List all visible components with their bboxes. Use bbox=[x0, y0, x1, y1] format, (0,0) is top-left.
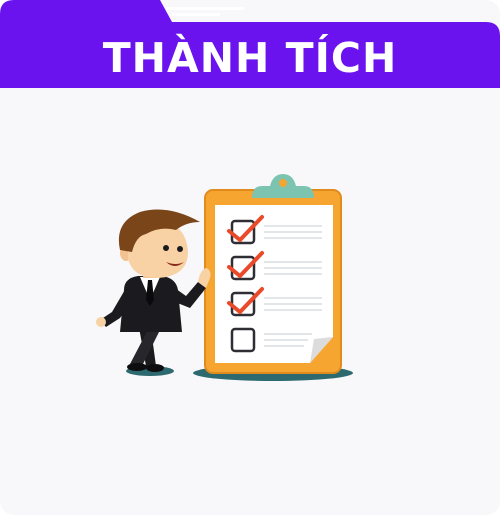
man-shoe bbox=[127, 363, 147, 371]
clip-hole bbox=[279, 179, 287, 187]
man-hand-left bbox=[96, 317, 106, 327]
businessman-checklist-illustration bbox=[96, 174, 353, 381]
businessman-figure bbox=[96, 209, 211, 372]
achievement-card: THÀNH TÍCH bbox=[0, 0, 500, 515]
man-eye bbox=[177, 246, 183, 252]
man-shoe bbox=[146, 364, 164, 372]
man-eye bbox=[163, 245, 169, 251]
